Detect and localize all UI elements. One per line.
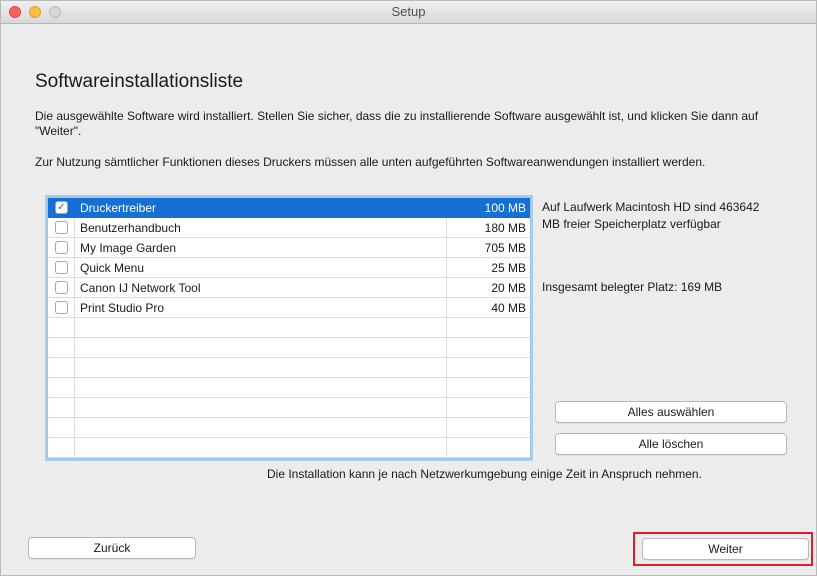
software-name: Benutzerhandbuch	[80, 221, 181, 235]
list-item[interactable]: Canon IJ Network Tool 20 MB	[48, 278, 530, 298]
clear-all-button[interactable]: Alle löschen	[555, 433, 787, 455]
back-button[interactable]: Zurück	[28, 537, 196, 559]
empty-list-row	[48, 318, 530, 338]
setup-window: Setup Softwareinstallationsliste Die aus…	[0, 0, 817, 576]
empty-list-row	[48, 358, 530, 378]
empty-list-row	[48, 398, 530, 418]
checkbox[interactable]	[55, 261, 68, 274]
software-size: 180 MB	[484, 221, 526, 235]
empty-list-row	[48, 378, 530, 398]
software-name: Print Studio Pro	[80, 301, 165, 315]
empty-list-row	[48, 438, 530, 458]
title-bar: Setup	[1, 1, 816, 24]
list-item[interactable]: Print Studio Pro 40 MB	[48, 298, 530, 318]
software-size: 100 MB	[484, 201, 526, 215]
checkbox[interactable]: ✓	[55, 201, 68, 214]
disk-space-info: Auf Laufwerk Macintosh HD sind 463642 MB…	[542, 200, 760, 231]
software-size: 25 MB	[491, 261, 526, 275]
empty-list-row	[48, 418, 530, 438]
checkbox[interactable]	[55, 221, 68, 234]
software-name: Canon IJ Network Tool	[80, 281, 201, 295]
network-note: Die Installation kann je nach Netzwerkum…	[267, 467, 702, 481]
list-item[interactable]: Benutzerhandbuch 180 MB	[48, 218, 530, 238]
window-title: Setup	[391, 4, 426, 19]
select-all-button[interactable]: Alles auswählen	[555, 401, 787, 423]
list-item[interactable]: Quick Menu 25 MB	[48, 258, 530, 278]
next-button[interactable]: Weiter	[642, 538, 809, 560]
checkbox[interactable]	[55, 301, 68, 314]
software-name: Druckertreiber	[80, 201, 157, 215]
checkbox[interactable]	[55, 281, 68, 294]
list-item[interactable]: My Image Garden 705 MB	[48, 238, 530, 258]
software-list[interactable]: ✓ Druckertreiber 100 MB Benutzerhandbuch 180…	[47, 197, 531, 459]
software-name: My Image Garden	[80, 241, 177, 255]
checkbox[interactable]	[55, 241, 68, 254]
intro-text: Die ausgewählte Software wird installier…	[35, 109, 759, 138]
software-size: 705 MB	[484, 241, 526, 255]
software-size: 20 MB	[491, 281, 526, 295]
page-title: Softwareinstallationsliste	[35, 71, 244, 92]
total-used-space: Insgesamt belegter Platz: 169 MB	[542, 280, 723, 294]
requirement-text: Zur Nutzung sämtlicher Funktionen dieses…	[35, 155, 706, 169]
list-item[interactable]: ✓ Druckertreiber 100 MB	[48, 198, 530, 218]
software-name: Quick Menu	[80, 261, 145, 275]
empty-list-row	[48, 338, 530, 358]
software-size: 40 MB	[491, 301, 526, 315]
